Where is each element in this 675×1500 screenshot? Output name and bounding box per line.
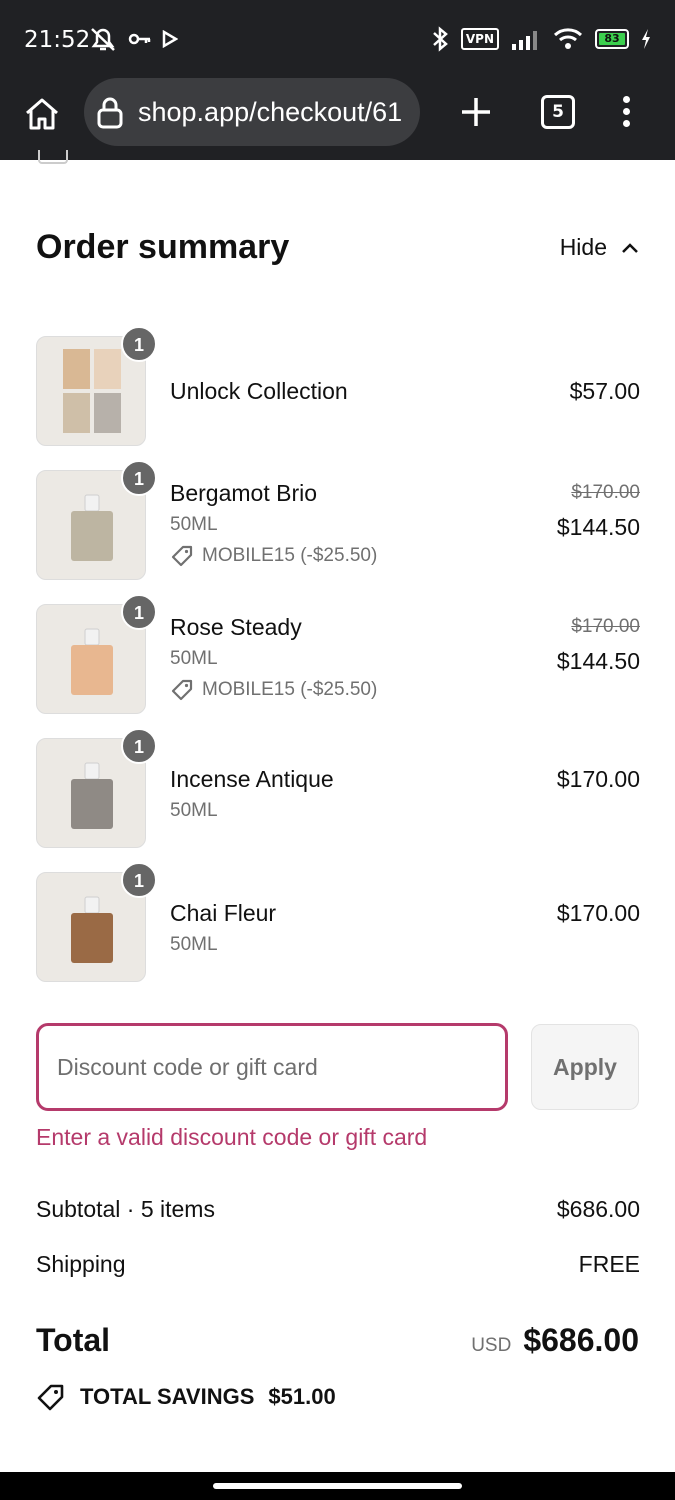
charging-icon xyxy=(642,29,650,49)
quantity-badge: 1 xyxy=(121,326,157,362)
system-nav-bar xyxy=(0,1472,675,1500)
browser-toolbar: shop.app/checkout/61 5 xyxy=(0,78,675,160)
quantity-badge: 1 xyxy=(121,862,157,898)
total-amount-group: USD $686.00 xyxy=(471,1322,639,1359)
tag-icon xyxy=(171,679,193,701)
savings-label: TOTAL SAVINGS xyxy=(80,1384,255,1409)
quantity-badge: 1 xyxy=(121,594,157,630)
item-name: Unlock Collection xyxy=(170,378,348,404)
hide-label[interactable]: Hide xyxy=(560,234,607,261)
apply-discount-button[interactable]: Apply xyxy=(531,1024,639,1110)
original-price: $170.00 xyxy=(571,616,640,637)
address-bar[interactable]: shop.app/checkout/61 xyxy=(84,78,420,146)
item-name: Rose Steady xyxy=(170,614,302,640)
quantity-badge: 1 xyxy=(121,728,157,764)
item-name: Bergamot Brio xyxy=(170,480,318,506)
currency-code: USD xyxy=(471,1335,512,1356)
shipping-value: FREE xyxy=(578,1251,640,1277)
bluetooth-icon xyxy=(433,26,448,52)
play-store-icon xyxy=(162,30,178,48)
item-variant: 50ML xyxy=(170,648,218,669)
quantity-badge: 1 xyxy=(121,460,157,496)
line-item: 1 Chai Fleur 50ML $170.00 xyxy=(36,862,640,982)
item-variant: 50ML xyxy=(170,800,218,821)
item-price: $144.50 xyxy=(556,514,640,540)
tag-icon xyxy=(37,1384,64,1411)
home-gesture-handle[interactable] xyxy=(213,1483,462,1489)
item-price: $170.00 xyxy=(556,766,640,792)
discount-code-label: MOBILE15 (-$25.50) xyxy=(202,545,378,566)
subtotal-label: Subtotal · 5 items xyxy=(36,1196,215,1222)
battery-level: 83 xyxy=(599,33,625,45)
discount-code-input[interactable] xyxy=(36,1023,508,1111)
line-item: 1 Incense Antique 50ML $170.00 xyxy=(36,728,640,848)
alarm-off-icon xyxy=(91,28,115,51)
chevron-up-icon[interactable] xyxy=(621,242,639,254)
item-variant: 50ML xyxy=(170,934,218,955)
checkbox-partial[interactable] xyxy=(38,150,68,164)
shipping-row: Shipping FREE xyxy=(36,1251,640,1278)
battery-indicator: 83 xyxy=(595,29,629,49)
original-price: $170.00 xyxy=(571,482,640,503)
home-icon[interactable] xyxy=(22,94,62,134)
status-bar: 21:52 VPN 83 xyxy=(0,0,675,78)
tab-switcher-button[interactable]: 5 xyxy=(541,95,575,129)
key-icon xyxy=(128,33,151,45)
item-name: Chai Fleur xyxy=(170,900,277,926)
lock-icon xyxy=(97,97,123,129)
vpn-badge: VPN xyxy=(460,28,499,50)
shipping-label: Shipping xyxy=(36,1251,126,1277)
status-time: 21:52 xyxy=(24,27,91,53)
savings-value: $51.00 xyxy=(268,1384,336,1409)
discount-code-label: MOBILE15 (-$25.50) xyxy=(202,679,378,700)
status-right-icons: VPN 83 xyxy=(431,26,651,52)
line-item: 1 Bergamot Brio 50ML MOBILE15 (-$25.50) … xyxy=(36,460,640,580)
status-left-icons xyxy=(88,26,178,52)
total-savings: TOTAL SAVINGS $51.00 xyxy=(36,1382,336,1412)
total-value: $686.00 xyxy=(523,1322,639,1358)
new-tab-icon[interactable] xyxy=(458,94,494,130)
subtotal-value: $686.00 xyxy=(556,1196,640,1222)
order-summary-title: Order summary xyxy=(36,228,290,266)
more-menu-icon[interactable] xyxy=(616,96,636,130)
discount-error-message: Enter a valid discount code or gift card xyxy=(36,1124,428,1150)
line-item: 1 Unlock Collection $57.00 xyxy=(36,326,640,446)
item-discount: MOBILE15 (-$25.50) xyxy=(170,544,377,568)
total-label: Total xyxy=(36,1322,111,1358)
item-price: $144.50 xyxy=(556,648,640,674)
item-price: $170.00 xyxy=(556,900,640,926)
subtotal-row: Subtotal · 5 items $686.00 xyxy=(36,1196,640,1223)
wifi-icon xyxy=(553,28,583,49)
tag-icon xyxy=(171,545,193,567)
item-name: Incense Antique xyxy=(170,766,334,792)
item-price: $57.00 xyxy=(569,378,640,404)
signal-icon xyxy=(512,31,537,50)
hide-summary-toggle[interactable]: Hide xyxy=(560,234,639,261)
line-item: 1 Rose Steady 50ML MOBILE15 (-$25.50) $1… xyxy=(36,594,640,714)
item-variant: 50ML xyxy=(170,514,218,535)
url-text[interactable]: shop.app/checkout/61 xyxy=(138,97,402,128)
item-discount: MOBILE15 (-$25.50) xyxy=(170,678,377,702)
